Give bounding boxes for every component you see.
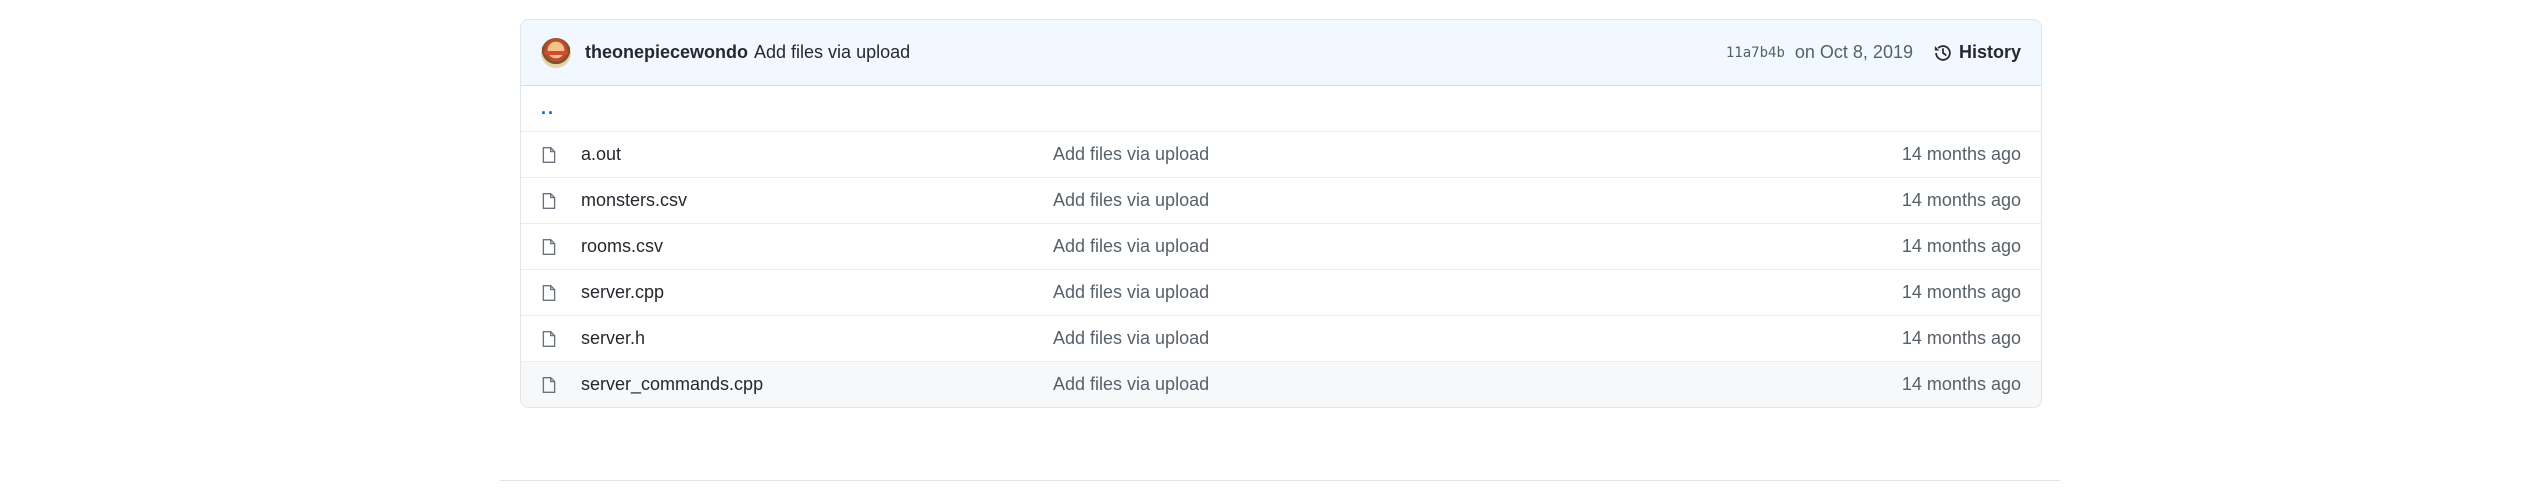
file-row[interactable]: server.cpp Add files via upload 14 month…: [521, 269, 2041, 315]
file-icon: [541, 238, 581, 256]
file-row[interactable]: server.h Add files via upload 14 months …: [521, 315, 2041, 361]
file-commit-message-link[interactable]: Add files via upload: [1053, 328, 1209, 348]
file-age: 14 months ago: [1901, 328, 2021, 348]
history-icon: [1934, 44, 1951, 61]
file-row[interactable]: rooms.csv Add files via upload 14 months…: [521, 223, 2041, 269]
file-name-cell: server.cpp: [581, 282, 1053, 303]
file-commit-message-link[interactable]: Add files via upload: [1053, 282, 1209, 302]
divider: [500, 480, 2060, 481]
commit-message-link[interactable]: Add files via upload: [754, 42, 910, 63]
file-commit-message-link[interactable]: Add files via upload: [1053, 144, 1209, 164]
file-age: 14 months ago: [1901, 144, 2021, 164]
file-commit-message-link[interactable]: Add files via upload: [1053, 190, 1209, 210]
file-commit-message-cell: Add files via upload: [1053, 374, 1821, 395]
file-name-link[interactable]: rooms.csv: [581, 236, 663, 256]
file-list: a.out Add files via upload 14 months ago…: [521, 131, 2041, 407]
file-commit-message-cell: Add files via upload: [1053, 328, 1821, 349]
file-name-cell: rooms.csv: [581, 236, 1053, 257]
history-button[interactable]: History: [1933, 42, 2021, 63]
file-commit-message-link[interactable]: Add files via upload: [1053, 374, 1209, 394]
file-name-cell: a.out: [581, 144, 1053, 165]
parent-directory-row[interactable]: ..: [521, 86, 2041, 131]
file-age: 14 months ago: [1901, 282, 2021, 302]
file-row[interactable]: monsters.csv Add files via upload 14 mon…: [521, 177, 2041, 223]
file-commit-message-link[interactable]: Add files via upload: [1053, 236, 1209, 256]
file-row[interactable]: server_commands.cpp Add files via upload…: [521, 361, 2041, 407]
file-icon: [541, 284, 581, 302]
history-label: History: [1958, 42, 2021, 62]
file-row[interactable]: a.out Add files via upload 14 months ago: [521, 131, 2041, 177]
avatar[interactable]: [541, 37, 571, 68]
file-commit-message-cell: Add files via upload: [1053, 190, 1821, 211]
commit-date: on Oct 8, 2019: [1794, 42, 1913, 62]
parent-directory-link[interactable]: ..: [541, 98, 555, 119]
file-age: 14 months ago: [1901, 190, 2021, 210]
file-commit-message-cell: Add files via upload: [1053, 144, 1821, 165]
commit-author-link[interactable]: theonepiecewondo: [585, 42, 748, 63]
file-name-cell: server_commands.cpp: [581, 374, 1053, 395]
file-name-cell: server.h: [581, 328, 1053, 349]
file-browser: theonepiecewondo Add files via upload 11…: [520, 19, 2042, 408]
file-name-link[interactable]: a.out: [581, 144, 621, 164]
file-icon: [541, 146, 581, 164]
file-name-link[interactable]: server.h: [581, 328, 645, 348]
file-commit-message-cell: Add files via upload: [1053, 282, 1821, 303]
file-icon: [541, 192, 581, 210]
commit-sha-link[interactable]: 11a7b4b: [1726, 45, 1785, 61]
file-icon: [541, 330, 581, 348]
latest-commit-bar: theonepiecewondo Add files via upload 11…: [521, 20, 2041, 86]
file-name-link[interactable]: server.cpp: [581, 282, 664, 302]
file-age: 14 months ago: [1901, 236, 2021, 256]
file-age: 14 months ago: [1901, 374, 2021, 394]
file-name-link[interactable]: server_commands.cpp: [581, 374, 763, 394]
file-icon: [541, 376, 581, 394]
file-name-link[interactable]: monsters.csv: [581, 190, 687, 210]
file-name-cell: monsters.csv: [581, 190, 1053, 211]
file-commit-message-cell: Add files via upload: [1053, 236, 1821, 257]
